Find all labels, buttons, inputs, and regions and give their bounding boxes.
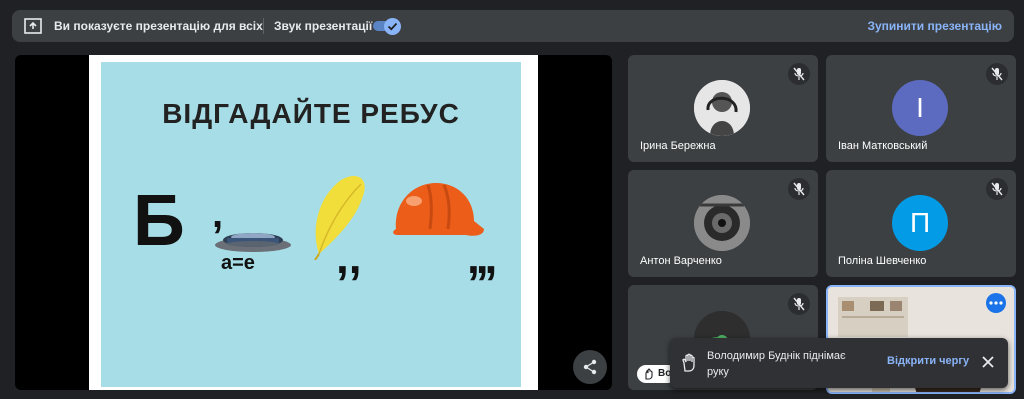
hand-raise-notification: Володимир Буднік піднімає руку Відкрити … [670,338,1008,388]
participant-tile[interactable]: П Поліна Шевченко [826,170,1016,277]
hand-icon [645,368,653,380]
more-vert-icon [989,301,1003,305]
participant-name: Поліна Шевченко [838,255,927,267]
participant-tile[interactable]: І Іван Матковський [826,55,1016,162]
participant-name: Антон Варченко [640,255,722,267]
raised-hand-icon [682,353,695,372]
divider [263,18,264,34]
presentation-stage: ВІДГАДАЙТЕ РЕБУС Б , а=е ,, ,,, [15,55,612,390]
slide-content: ВІДГАДАЙТЕ РЕБУС Б , а=е ,, ,,, [101,62,521,387]
mic-off-icon [788,63,810,85]
present-screen-icon [24,18,42,34]
rebus-commas-two: ,, [336,231,362,283]
mic-off-icon [788,178,810,200]
share-icon [583,359,597,375]
check-icon [387,22,398,31]
mic-off-icon [986,63,1008,85]
rebus-substitution: а=е [221,252,255,274]
participant-name: Ірина Бережна [640,140,716,152]
avatar: І [892,80,948,136]
slide-title: ВІДГАДАЙТЕ РЕБУС [162,98,460,129]
presentation-sound-toggle[interactable] [373,18,401,35]
participant-name: Іван Матковський [838,140,928,152]
stop-presentation-button[interactable]: Зупинити презентацію [867,19,1002,33]
participant-tile[interactable]: Антон Варченко [628,170,818,277]
hand-raise-message: Володимир Буднік піднімає руку [707,350,846,378]
avatar [694,80,750,136]
more-options-button[interactable] [986,293,1006,313]
slide: ВІДГАДАЙТЕ РЕБУС Б , а=е ,, ,,, [89,55,538,390]
mic-off-icon [986,178,1008,200]
participant-tile[interactable]: Ірина Бережна [628,55,818,162]
rebus-letter: Б [133,181,185,261]
avatar [694,195,750,251]
mic-off-icon [788,293,810,315]
open-queue-button[interactable]: Відкрити чергу [887,355,969,367]
close-icon[interactable] [980,354,996,370]
rebus-commas-three: ,,, [467,231,497,283]
stadium-image [215,233,291,252]
presenting-status-text: Ви показуєте презентацію для всіх [54,19,263,33]
share-screen-button[interactable] [573,350,607,384]
presentation-sound-label: Звук презентації [274,19,373,33]
avatar: П [892,195,948,251]
presentation-bar: Ви показуєте презентацію для всіх Звук п… [12,10,1014,42]
